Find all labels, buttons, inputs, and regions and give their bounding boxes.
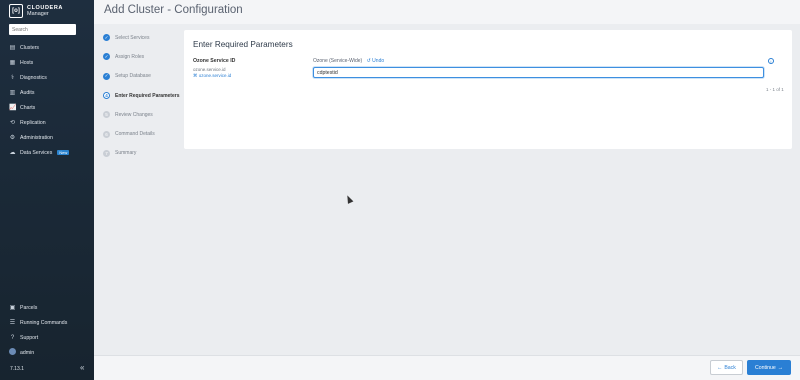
- sidebar-item-label: Hosts: [20, 59, 34, 66]
- sidebar-item-diagnostics[interactable]: ⚕ Diagnostics: [9, 70, 89, 85]
- step-command-details: 6 Command Details: [103, 124, 183, 143]
- continue-button[interactable]: Continue →: [747, 360, 791, 375]
- param-link-label: ozone.service.id: [198, 73, 232, 78]
- step-check-icon: ✓: [103, 72, 110, 80]
- sidebar-nav: ▤ Clusters ▦ Hosts ⚕ Diagnostics ▥ Audit…: [9, 40, 89, 160]
- sidebar-item-running-commands[interactable]: ☰ Running Commands: [9, 315, 89, 330]
- sidebar-item-label: Data Services: [20, 149, 53, 156]
- scope-text: Ozone (Service-Wide): [313, 58, 363, 64]
- sidebar-item-audits[interactable]: ▥ Audits: [9, 85, 89, 100]
- gear-icon: ⚙: [9, 135, 16, 141]
- step-check-icon: ✓: [103, 34, 110, 42]
- step-summary: 7 Summary: [103, 144, 183, 163]
- sidebar-item-administration[interactable]: ⚙ Administration: [9, 130, 89, 145]
- sidebar-item-admin[interactable]: admin: [9, 345, 89, 360]
- ozone-service-id-input[interactable]: [313, 67, 764, 78]
- param-name: Ozone Service ID: [193, 58, 236, 64]
- step-label: Select Services: [115, 34, 150, 41]
- brand-text: CLOUDERA Manager: [27, 5, 63, 18]
- undo-icon: ↺: [366, 58, 371, 64]
- param-key: ozone.service.id: [193, 67, 226, 72]
- avatar-icon: [9, 348, 16, 355]
- collapse-sidebar-icon[interactable]: «: [80, 363, 84, 372]
- brand[interactable]: [o] CLOUDERA Manager: [9, 4, 63, 18]
- diagnostics-icon: ⚕: [10, 75, 15, 81]
- step-enter-required-parameters: 4 Enter Required Parameters: [103, 86, 183, 105]
- sidebar-item-label: Replication: [20, 119, 46, 126]
- section-title: Enter Required Parameters: [193, 40, 293, 49]
- sidebar-item-label: Charts: [20, 104, 36, 111]
- audits-icon: ▥: [9, 90, 16, 96]
- back-button[interactable]: ← Back: [710, 360, 743, 375]
- sidebar-item-label: Administration: [20, 134, 53, 141]
- step-select-services[interactable]: ✓ Select Services: [103, 28, 183, 47]
- sidebar-item-parcels[interactable]: ▣ Parcels: [9, 300, 89, 315]
- sidebar-item-hosts[interactable]: ▦ Hosts: [9, 55, 89, 70]
- clusters-icon: ▤: [9, 45, 16, 51]
- step-label: Review Changes: [115, 111, 153, 118]
- arrow-left-icon: ←: [717, 364, 723, 371]
- undo-button[interactable]: ↺ Undo: [367, 58, 385, 64]
- step-assign-roles[interactable]: ✓ Assign Roles: [103, 47, 183, 66]
- sidebar-bottom-nav: ▣ Parcels ☰ Running Commands ? Support a…: [9, 300, 89, 360]
- step-number: 4: [103, 92, 110, 100]
- data-services-icon: ☁: [9, 150, 16, 156]
- sidebar-item-label: Audits: [20, 89, 35, 96]
- hosts-icon: ▦: [9, 60, 16, 66]
- search-input[interactable]: [9, 24, 76, 35]
- continue-label: Continue: [755, 364, 776, 371]
- step-review-changes: 5 Review Changes: [103, 105, 183, 124]
- mouse-cursor-icon: [344, 194, 354, 204]
- step-number: 7: [103, 149, 110, 157]
- pagination-label: 1 - 1 of 1: [766, 87, 784, 92]
- step-label: Summary: [115, 150, 137, 157]
- step-check-icon: ✓: [103, 53, 110, 61]
- step-label: Command Details: [115, 131, 155, 138]
- step-label: Assign Roles: [115, 53, 145, 60]
- charts-icon: 📈: [9, 105, 17, 111]
- version-label: 7.13.1: [10, 366, 24, 372]
- commands-icon: ☰: [9, 320, 16, 326]
- sidebar-item-label: admin: [20, 349, 35, 356]
- sidebar-item-label: Support: [20, 334, 39, 341]
- avatar-icon-wrap: [9, 348, 16, 357]
- parcels-icon: ▣: [9, 305, 16, 311]
- sidebar-item-label: Parcels: [20, 304, 38, 311]
- step-number: 6: [103, 130, 110, 138]
- replication-icon: ⟲: [9, 120, 16, 126]
- scope-label: Ozone (Service-Wide) ↺ Undo: [313, 58, 384, 64]
- sidebar-item-replication[interactable]: ⟲ Replication: [9, 115, 89, 130]
- footer-bar: [94, 355, 800, 380]
- page-title: Add Cluster - Configuration: [104, 4, 243, 16]
- undo-label: Undo: [372, 58, 385, 64]
- sidebar-item-label: Running Commands: [20, 319, 68, 326]
- arrow-right-icon: →: [777, 364, 783, 371]
- sidebar: [o] CLOUDERA Manager ▤ Clusters ▦ Hosts …: [0, 0, 94, 380]
- step-label: Enter Required Parameters: [115, 92, 180, 99]
- step-label: Setup Database: [115, 73, 151, 80]
- sidebar-item-data-services[interactable]: ☁ Data Services New: [9, 145, 89, 160]
- sidebar-item-clusters[interactable]: ▤ Clusters: [9, 40, 89, 55]
- new-badge: New: [57, 150, 70, 155]
- sidebar-item-support[interactable]: ? Support: [9, 330, 89, 345]
- sidebar-item-label: Clusters: [20, 44, 40, 51]
- link-icon: ⌘: [193, 73, 198, 78]
- wizard-steps: ✓ Select Services ✓ Assign Roles ✓ Setup…: [103, 28, 183, 163]
- brand-product: Manager: [27, 11, 49, 17]
- sidebar-item-charts[interactable]: 📈 Charts: [9, 100, 89, 115]
- cloudera-logo-icon: [o]: [9, 4, 23, 18]
- param-link[interactable]: ⌘ ozone.service.id: [193, 73, 231, 79]
- support-icon: ?: [10, 334, 15, 341]
- info-icon[interactable]: i: [768, 58, 774, 64]
- back-label: Back: [724, 364, 736, 371]
- step-setup-database[interactable]: ✓ Setup Database: [103, 67, 183, 86]
- step-number: 5: [103, 111, 110, 119]
- sidebar-item-label: Diagnostics: [20, 74, 47, 81]
